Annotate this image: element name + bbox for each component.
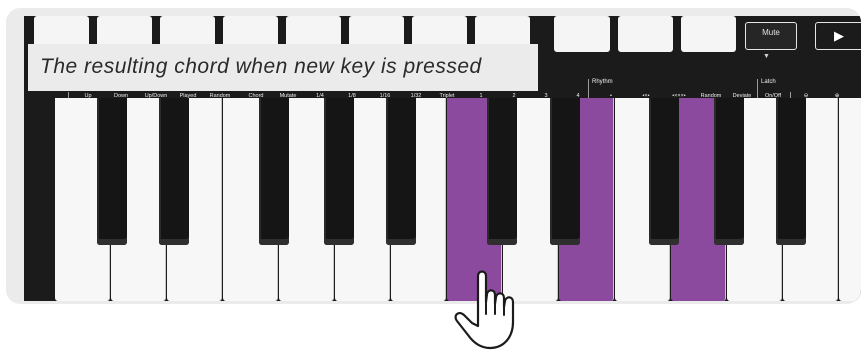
drum-pad[interactable] <box>681 16 736 52</box>
mute-label: Mute <box>762 28 780 37</box>
black-key[interactable] <box>550 98 580 245</box>
black-key[interactable] <box>487 98 517 245</box>
drum-pad[interactable] <box>618 16 673 52</box>
drum-pad[interactable] <box>554 16 610 52</box>
play-button[interactable]: ▶ <box>815 22 861 50</box>
black-key[interactable] <box>97 98 127 245</box>
caption-box: The resulting chord when new key is pres… <box>28 44 538 91</box>
black-key[interactable] <box>776 98 806 245</box>
black-key[interactable] <box>649 98 679 245</box>
caption-text: The resulting chord when new key is pres… <box>40 55 482 78</box>
black-key[interactable] <box>324 98 354 245</box>
rhythm-label: Rhythm <box>592 79 613 85</box>
pointing-hand-icon <box>454 270 515 350</box>
down-arrow-icon: ▼ <box>763 53 770 60</box>
mute-button[interactable]: Mute <box>745 22 797 50</box>
black-key[interactable] <box>714 98 744 245</box>
black-key[interactable] <box>259 98 289 245</box>
white-key[interactable] <box>839 98 861 301</box>
black-key[interactable] <box>386 98 416 245</box>
black-key[interactable] <box>159 98 189 245</box>
latch-label: Latch <box>761 79 776 85</box>
play-icon: ▶ <box>834 28 844 43</box>
illustration-frame: Mute ▼ ▶ Rhythm Latch Up Down Up/Down Pl… <box>6 8 861 304</box>
